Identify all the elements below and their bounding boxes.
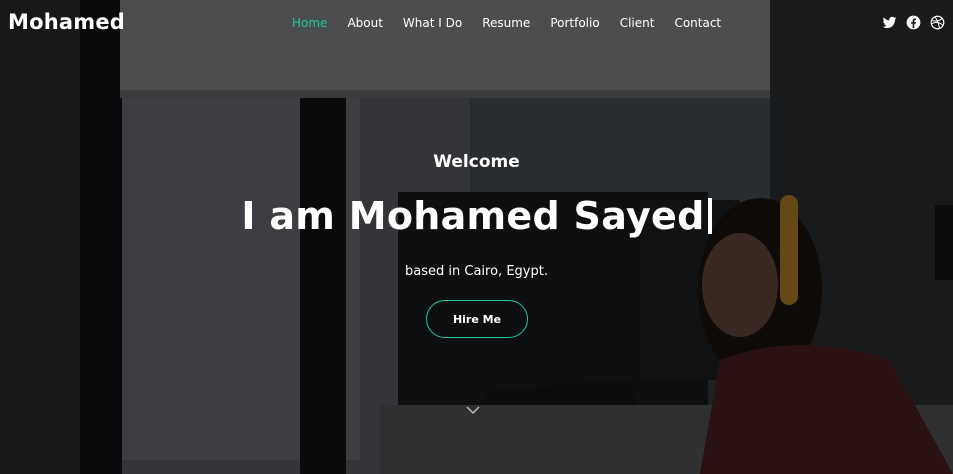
- nav-client[interactable]: Client: [620, 16, 655, 30]
- typing-cursor: [707, 198, 712, 234]
- social-links: [882, 15, 945, 30]
- facebook-icon[interactable]: [906, 15, 921, 30]
- site-header: Mohamed Home About What I Do Resume Port…: [0, 0, 953, 46]
- dribbble-icon[interactable]: [930, 15, 945, 30]
- brand-logo[interactable]: Mohamed: [8, 10, 125, 34]
- nav-resume[interactable]: Resume: [482, 16, 530, 30]
- nav-what-i-do[interactable]: What I Do: [403, 16, 462, 30]
- nav-portfolio[interactable]: Portfolio: [550, 16, 599, 30]
- hero-headline-text: I am Mohamed Sayed: [241, 194, 705, 238]
- welcome-text: Welcome: [433, 152, 520, 172]
- hero-section: Mohamed Home About What I Do Resume Port…: [0, 0, 953, 474]
- hire-me-button[interactable]: Hire Me: [426, 300, 528, 338]
- scroll-down-icon[interactable]: [465, 405, 481, 417]
- twitter-icon[interactable]: [882, 15, 897, 30]
- nav-about[interactable]: About: [347, 16, 382, 30]
- nav-contact[interactable]: Contact: [674, 16, 721, 30]
- main-nav: Home About What I Do Resume Portfolio Cl…: [292, 16, 741, 30]
- hero-headline: I am Mohamed Sayed: [0, 194, 953, 238]
- hero-subline: based in Cairo, Egypt.: [405, 264, 548, 279]
- nav-home[interactable]: Home: [292, 16, 327, 30]
